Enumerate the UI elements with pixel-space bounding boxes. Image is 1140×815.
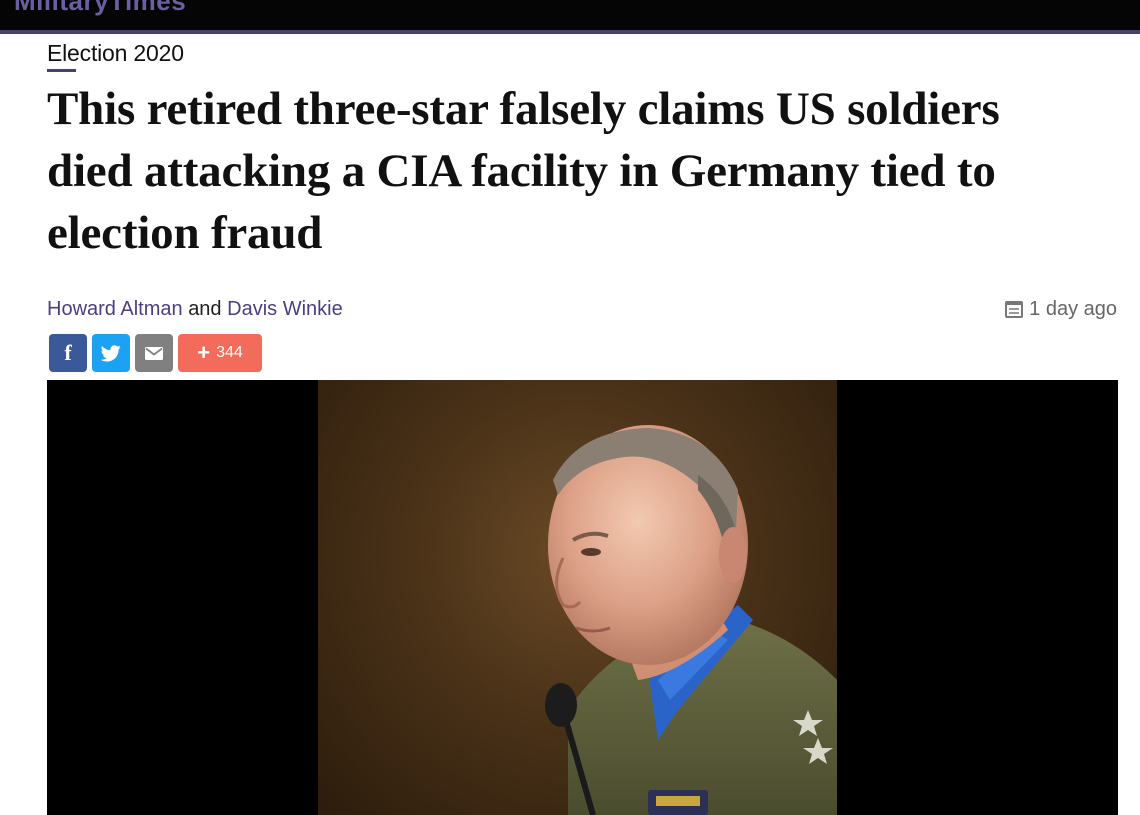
twitter-icon — [101, 344, 121, 361]
twitter-share-button[interactable] — [92, 334, 130, 372]
site-logo[interactable]: MilitaryTimes — [14, 0, 186, 17]
facebook-share-button[interactable]: f — [49, 334, 87, 372]
plus-icon: + — [197, 340, 211, 365]
lead-photo[interactable] — [318, 380, 837, 815]
kicker-underline — [47, 69, 76, 72]
calendar-icon — [1005, 301, 1024, 318]
section-kicker[interactable]: Election 2020 — [47, 40, 184, 67]
author-link-1[interactable]: Howard Altman — [47, 298, 183, 320]
author-link-2[interactable]: Davis Winkie — [227, 298, 343, 320]
email-share-button[interactable] — [135, 334, 173, 372]
article-headline: This retired three-star falsely claims U… — [47, 83, 1000, 259]
share-count: 344 — [216, 344, 243, 361]
byline-conjunction: and — [188, 298, 228, 320]
top-nav-bar: MilitaryTimes — [0, 0, 1140, 30]
more-share-button[interactable]: + 344 — [178, 334, 262, 372]
officer-portrait-illustration — [545, 425, 837, 815]
facebook-icon: f — [64, 340, 72, 365]
email-icon — [145, 346, 163, 360]
share-bar: f + 344 — [49, 334, 262, 372]
byline: Howard Altman and Davis Winkie — [47, 298, 343, 321]
lead-image-container — [47, 380, 1118, 815]
timestamp: 1 day ago — [1029, 298, 1117, 320]
publish-date: 1 day ago — [1005, 298, 1117, 321]
nav-accent-rule — [0, 30, 1140, 34]
